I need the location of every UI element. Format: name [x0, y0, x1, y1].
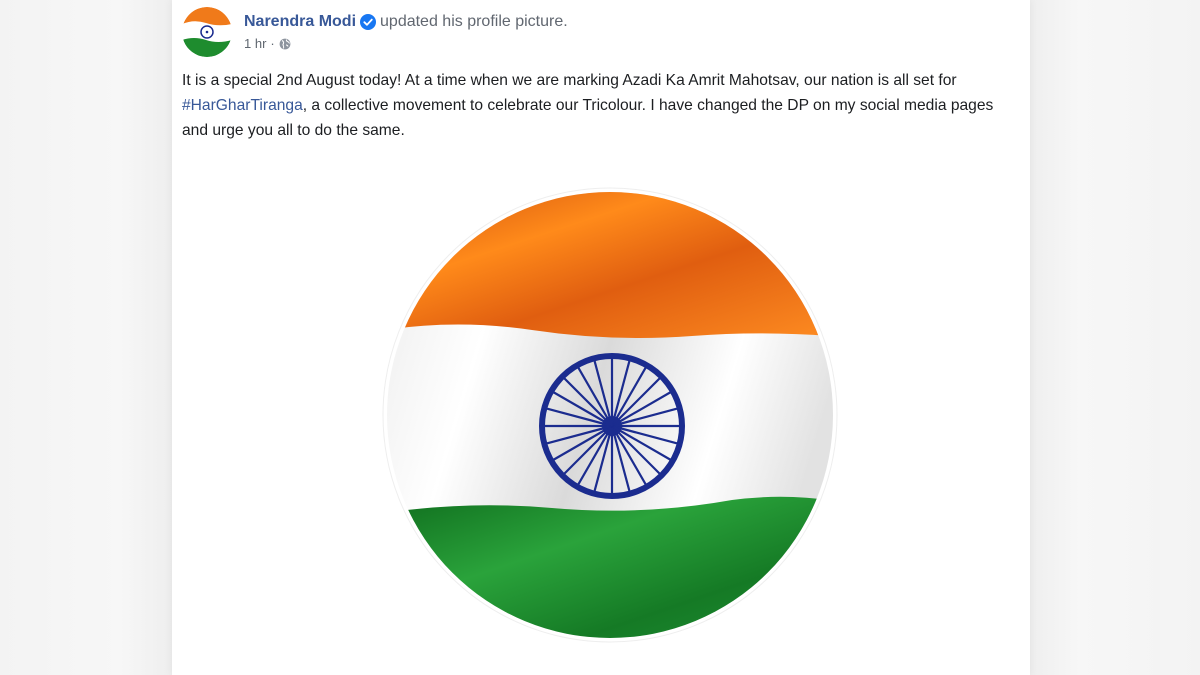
post-meta: 1 hr ·: [244, 36, 568, 52]
flag-saffron-band: [387, 192, 833, 338]
post-timestamp-link[interactable]: 1 hr: [244, 36, 266, 52]
author-name-link[interactable]: Narendra Modi: [244, 12, 356, 32]
post-message-part-1: It is a special 2nd August today! At a t…: [182, 72, 957, 89]
ashoka-chakra: [539, 353, 685, 499]
post-image[interactable]: [172, 170, 1030, 675]
flag-green-band: [387, 496, 833, 638]
flag-profile-picture: [382, 187, 838, 643]
avatar-flag-image: [182, 7, 232, 57]
background-left: [0, 0, 172, 675]
globe-icon[interactable]: [279, 38, 291, 50]
name-line: Narendra Modi updated his profile pictur…: [244, 12, 568, 32]
header-text: Narendra Modi updated his profile pictur…: [244, 12, 568, 52]
hashtag-link[interactable]: #HarGharTiranga: [182, 97, 303, 114]
facebook-post-card: Narendra Modi updated his profile pictur…: [172, 0, 1030, 675]
meta-separator: ·: [270, 36, 275, 51]
post-message-part-2: , a collective movement to celebrate our…: [182, 97, 994, 139]
post-header: Narendra Modi updated his profile pictur…: [182, 6, 568, 58]
verified-badge-icon: [360, 14, 377, 30]
background-right: [1028, 0, 1200, 675]
post-action-text: updated his profile picture.: [380, 13, 568, 30]
author-avatar[interactable]: [182, 7, 232, 57]
post-message: It is a special 2nd August today! At a t…: [182, 68, 1022, 143]
